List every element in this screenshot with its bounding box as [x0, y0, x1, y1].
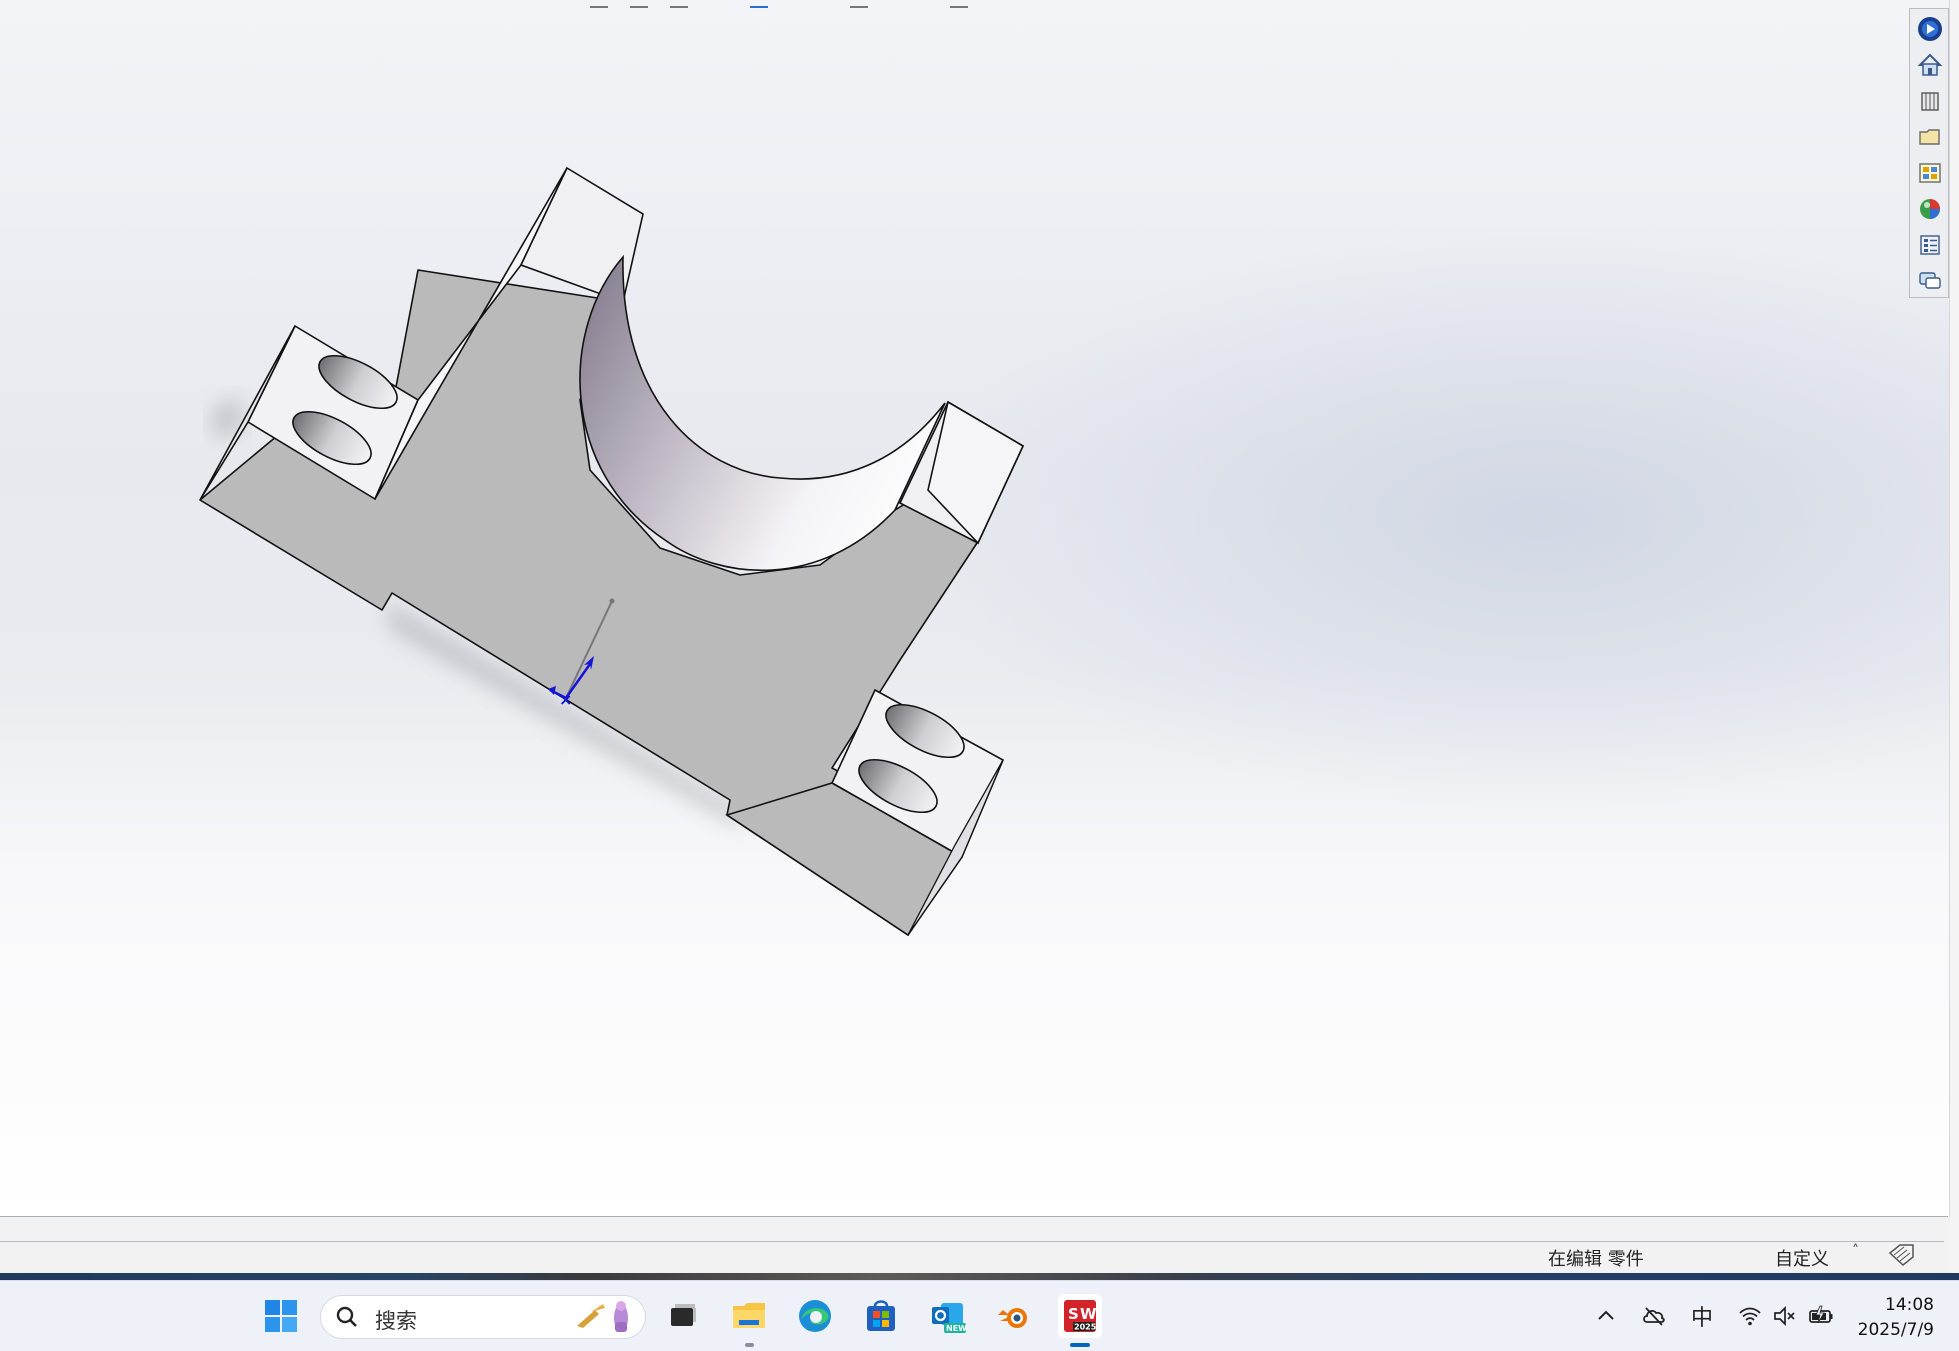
svg-text:S: S: [1068, 1305, 1079, 1323]
outlook-new-icon[interactable]: NEW: [926, 1294, 970, 1338]
ime-indicator[interactable]: 中: [1687, 1301, 1717, 1331]
task-pane-tabs[interactable]: [1909, 8, 1949, 298]
status-divider: [0, 1241, 1944, 1242]
search-highlight-icon: [577, 1301, 628, 1332]
edge-browser-icon[interactable]: [793, 1294, 837, 1338]
unit-system-button[interactable]: 自定义: [1775, 1245, 1829, 1271]
custom-properties-icon[interactable]: [1914, 229, 1945, 260]
unit-system-caret[interactable]: ˄: [1852, 1243, 1859, 1259]
forum-icon[interactable]: [1914, 265, 1945, 296]
search-placeholder: 搜索: [375, 1309, 417, 1333]
outlook-new-badge: NEW: [946, 1324, 967, 1333]
windows-start-icon[interactable]: [259, 1294, 303, 1338]
taskbar-search-box[interactable]: 搜索: [320, 1295, 646, 1339]
desktop-wallpaper-strip: [0, 1273, 1959, 1280]
solidworks-resources-icon[interactable]: [1914, 13, 1945, 44]
volume-muted-icon[interactable]: [1770, 1301, 1800, 1331]
vertical-scrollbar[interactable]: [1949, 0, 1959, 1273]
file-explorer-running-indicator: [745, 1343, 754, 1347]
solidworks-version-badge: 2025: [1074, 1323, 1097, 1332]
taskbar: 搜索 NEW S W 2025 中 14:08 2025/7/9: [0, 1280, 1959, 1351]
part-model[interactable]: ×: [0, 0, 1959, 1216]
edit-state-label: 在编辑 零件: [1548, 1249, 1644, 1270]
view-palette-icon[interactable]: [1914, 157, 1945, 188]
file-explorer-icon[interactable]: [1914, 121, 1945, 152]
tags-icon[interactable]: [1886, 1243, 1916, 1267]
battery-charging-icon[interactable]: [1806, 1301, 1836, 1331]
appearances-icon[interactable]: [1914, 193, 1945, 224]
design-library-icon[interactable]: [1914, 85, 1945, 116]
home-icon[interactable]: [1914, 49, 1945, 80]
microsoft-store-icon[interactable]: [859, 1294, 903, 1338]
graphics-area[interactable]: ×: [0, 0, 1959, 1216]
search-icon: [336, 1306, 357, 1327]
clock-time[interactable]: 14:08: [1884, 1295, 1934, 1315]
show-hidden-icons-icon[interactable]: [1591, 1301, 1621, 1331]
task-view-icon[interactable]: [660, 1294, 704, 1338]
clock-date[interactable]: 2025/7/9: [1852, 1320, 1934, 1340]
svg-text:W: W: [1080, 1305, 1097, 1323]
wifi-icon[interactable]: [1735, 1301, 1765, 1331]
solidworks-active-indicator: [1070, 1343, 1090, 1347]
solidworks-2025-icon[interactable]: S W 2025: [1058, 1294, 1102, 1338]
svg-text:×: ×: [559, 690, 572, 709]
blender-icon[interactable]: [992, 1294, 1036, 1338]
left-tower-top: [519, 166, 644, 304]
file-explorer-icon[interactable]: [727, 1294, 771, 1338]
onedrive-offline-icon[interactable]: [1639, 1301, 1669, 1331]
status-bar: 在编辑 零件 自定义 ˄: [0, 1217, 1950, 1273]
